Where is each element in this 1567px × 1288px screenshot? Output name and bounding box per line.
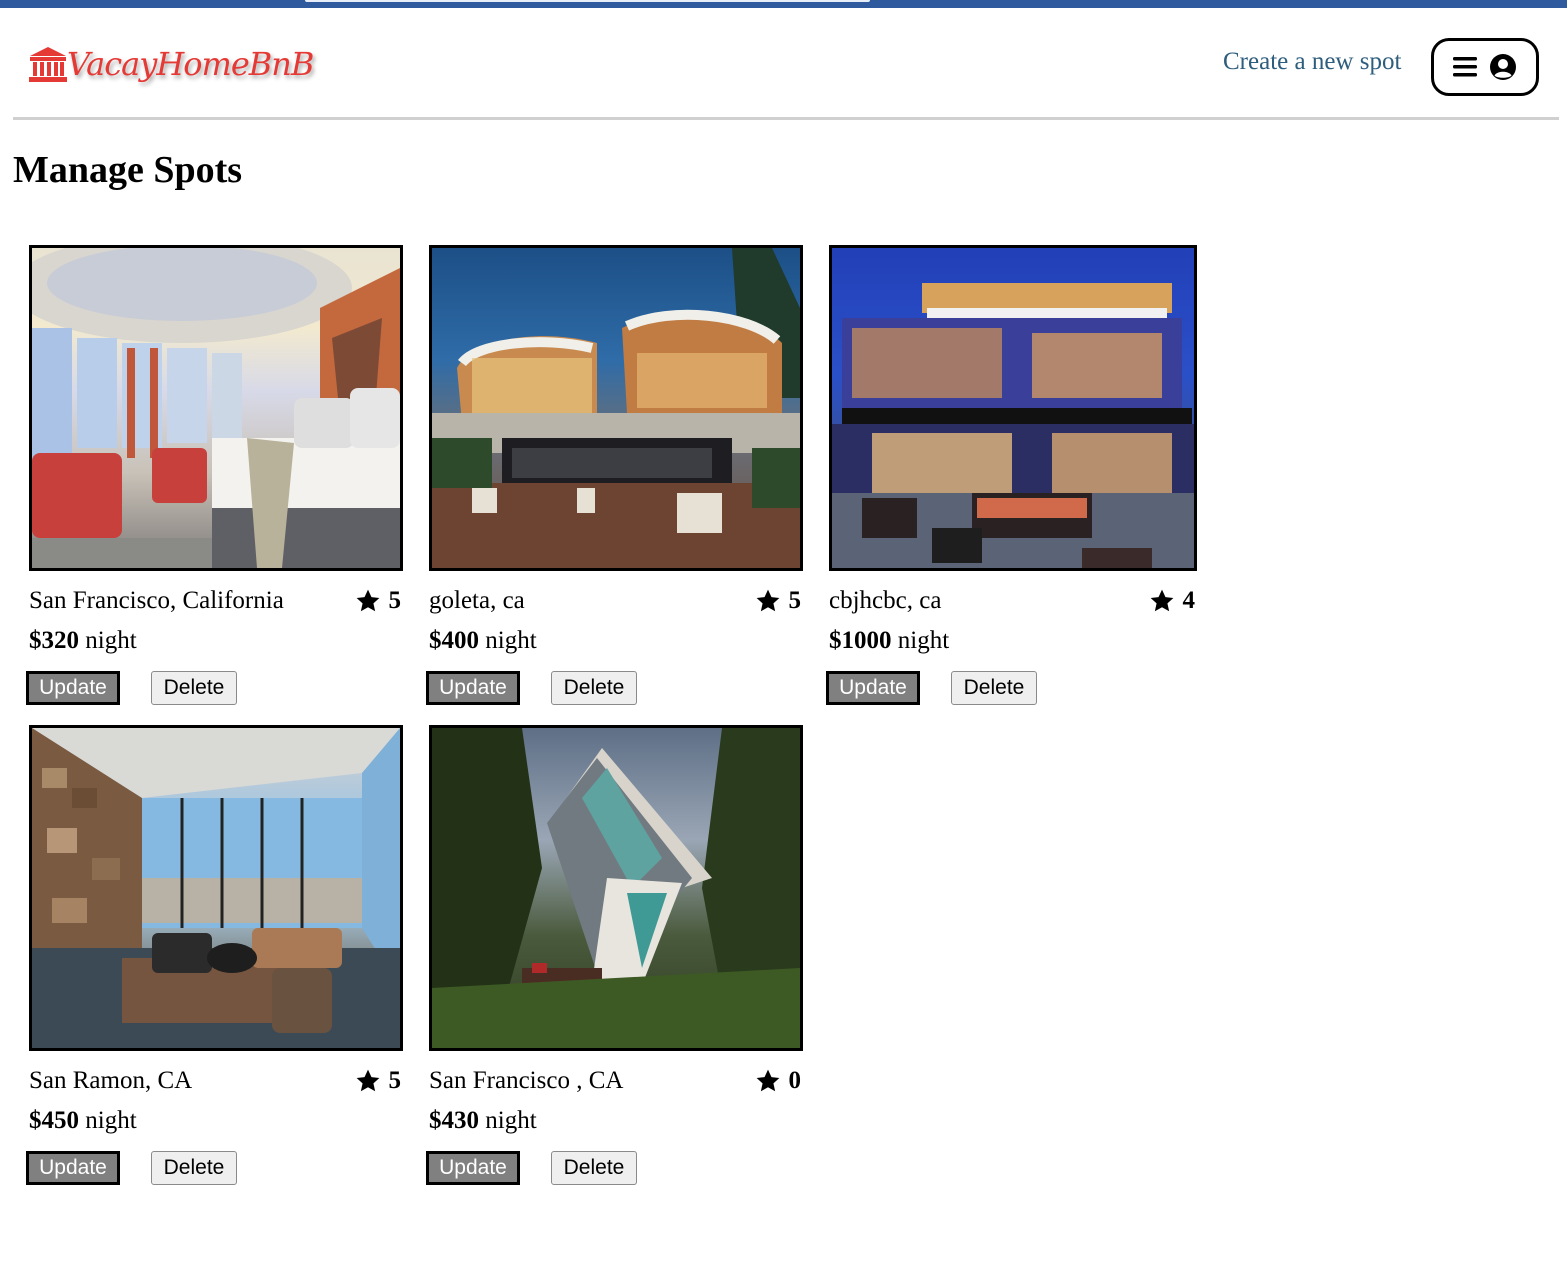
home-logo[interactable]: VacayHomeBnB (27, 36, 314, 92)
update-button[interactable]: Update (826, 671, 920, 705)
delete-button[interactable]: Delete (551, 1151, 637, 1185)
spot-location: cbjhcbc, ca (829, 587, 942, 614)
update-button[interactable]: Update (26, 1151, 120, 1185)
spot-location: San Francisco, California (29, 587, 284, 614)
price-amount: $450 (29, 1107, 79, 1134)
spot-rating: 5 (355, 587, 402, 615)
spot-price: $450 night (29, 1107, 137, 1135)
spot-price: $400 night (429, 627, 537, 655)
star-icon (356, 1069, 379, 1092)
page-title: Manage Spots (13, 149, 243, 191)
star-icon (356, 589, 379, 612)
delete-button[interactable]: Delete (551, 671, 637, 705)
spot-rating: 5 (355, 1067, 402, 1095)
hotel-bedroom-photo (32, 248, 400, 568)
spot-rating: 0 (755, 1067, 802, 1095)
price-unit: night (485, 1107, 537, 1134)
price-amount: $320 (29, 627, 79, 654)
delete-button[interactable]: Delete (151, 671, 237, 705)
villa-pool-photo (432, 248, 800, 568)
price-unit: night (485, 627, 537, 654)
hamburger-icon (1453, 57, 1477, 77)
price-amount: $430 (429, 1107, 479, 1134)
spot-price: $320 night (29, 627, 137, 655)
spot-card: cbjhcbc, ca 4 $1000 night Update Delete (826, 245, 1201, 705)
price-amount: $1000 (829, 627, 892, 654)
logo-text: VacayHomeBnB (67, 45, 314, 83)
glass-house-photo (832, 283, 1194, 568)
spot-image[interactable] (29, 725, 403, 1051)
profile-menu-button[interactable] (1431, 38, 1539, 96)
spot-card: San Francisco , CA 0 $430 night Update D… (426, 725, 807, 1185)
price-amount: $400 (429, 627, 479, 654)
rating-value: 5 (388, 1067, 402, 1094)
delete-button[interactable]: Delete (151, 1151, 237, 1185)
spot-rating: 4 (1149, 587, 1196, 615)
update-button[interactable]: Update (26, 671, 120, 705)
user-circle-icon (1490, 54, 1516, 80)
star-icon (756, 589, 779, 612)
spot-card: San Francisco, California 5 $320 night U… (26, 245, 407, 705)
browser-top-bar (0, 0, 1567, 8)
price-unit: night (85, 627, 137, 654)
spot-price: $1000 night (829, 627, 949, 655)
create-spot-link[interactable]: Create a new spot (1223, 48, 1401, 76)
penthouse-living-room-photo (32, 728, 400, 1048)
spot-image[interactable] (829, 245, 1197, 571)
star-icon (756, 1069, 779, 1092)
price-unit: night (897, 627, 950, 654)
spot-rating: 5 (755, 587, 802, 615)
spot-location: San Ramon, CA (29, 1067, 193, 1094)
spot-card: San Ramon, CA 5 $450 night Update Delete (26, 725, 407, 1185)
rating-value: 4 (1182, 587, 1196, 614)
spot-image[interactable] (429, 245, 803, 571)
bank-building-icon (29, 47, 67, 82)
spot-image[interactable] (429, 725, 803, 1051)
spot-location: San Francisco , CA (429, 1067, 624, 1094)
browser-tab (305, 0, 870, 2)
angular-house-forest-photo (432, 728, 800, 1048)
price-unit: night (85, 1107, 137, 1134)
update-button[interactable]: Update (426, 1151, 520, 1185)
spot-location: goleta, ca (429, 587, 525, 614)
spot-image[interactable] (29, 245, 403, 571)
rating-value: 5 (388, 587, 402, 614)
rating-value: 5 (788, 587, 802, 614)
update-button[interactable]: Update (426, 671, 520, 705)
spot-card: goleta, ca 5 $400 night Update Delete (426, 245, 807, 705)
spot-price: $430 night (429, 1107, 537, 1135)
rating-value: 0 (788, 1067, 802, 1094)
star-icon (1150, 589, 1173, 612)
delete-button[interactable]: Delete (951, 671, 1037, 705)
site-header: VacayHomeBnB Create a new spot (13, 8, 1559, 120)
